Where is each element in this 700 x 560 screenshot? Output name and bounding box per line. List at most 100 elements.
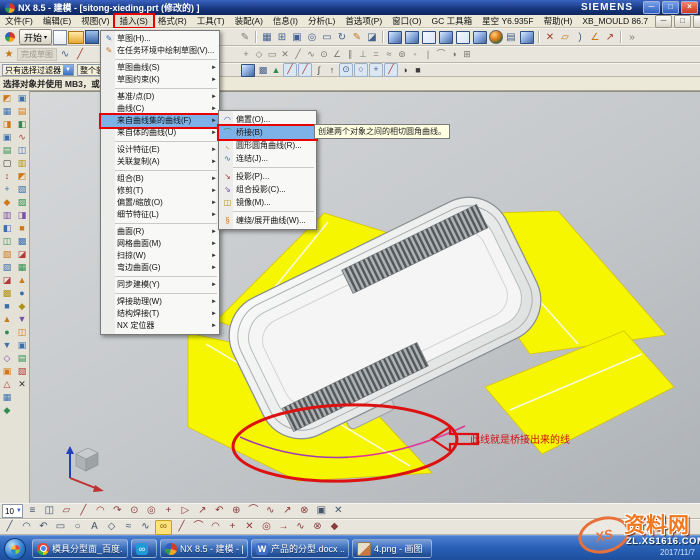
insert-menu-item-mesh-surface[interactable]: 网格曲面(M)►	[101, 238, 219, 250]
snap-arc-icon[interactable]: ⌒	[435, 47, 447, 62]
direction-icon[interactable]: →	[276, 520, 291, 534]
menu-preferences[interactable]: 首选项(P)	[340, 15, 387, 27]
conic-icon[interactable]: ≈	[121, 520, 136, 534]
fillet-icon[interactable]: ↷	[110, 504, 125, 518]
left-toolbar-icon[interactable]: ▣	[1, 131, 14, 144]
solid-body-filter-icon[interactable]	[241, 64, 255, 77]
menu-view[interactable]: 视图(V)	[76, 15, 114, 27]
new-file-icon[interactable]	[53, 30, 67, 45]
left-toolbar-icon[interactable]: ▣	[16, 92, 29, 105]
left-toolbar-icon[interactable]: ▲	[1, 313, 14, 326]
shaded-icon[interactable]	[405, 31, 419, 44]
left-toolbar-icon[interactable]: ▧	[16, 183, 29, 196]
selection-filter-combo[interactable]: 只有选择过滤器 ▼	[2, 64, 74, 76]
submenu-item-circular-fillet-curve[interactable]: ◟圆形圆角曲线(R)...	[219, 139, 316, 152]
submenu-item-project[interactable]: ↘投影(P)...	[219, 170, 316, 183]
left-toolbar-icon[interactable]: ◪	[1, 274, 14, 287]
left-toolbar-icon[interactable]: ◆	[1, 404, 14, 417]
spline-icon[interactable]: ↗	[603, 30, 617, 45]
angle-icon[interactable]: ∠	[588, 30, 602, 45]
true-shading-icon[interactable]	[489, 30, 503, 44]
vector-icon[interactable]: ↗	[280, 504, 295, 518]
left-toolbar-icon[interactable]: ◨	[1, 118, 14, 131]
product-icon[interactable]: ⊗	[310, 520, 325, 534]
left-toolbar-icon[interactable]: ▨	[1, 261, 14, 274]
wave-icon[interactable]: ∿	[293, 520, 308, 534]
left-toolbar-icon[interactable]: ▥	[16, 157, 29, 170]
feature-filter-icon[interactable]: ▲	[270, 63, 282, 78]
left-toolbar-icon[interactable]: ◪	[16, 248, 29, 261]
snap-parallel-icon[interactable]: ∥	[344, 47, 356, 62]
intersection-point-icon[interactable]: ⊗	[297, 504, 312, 518]
tangent-arc-icon[interactable]: ◠	[208, 520, 223, 534]
insert-menu-item-nx-locator[interactable]: NX 定位器►	[101, 320, 219, 332]
line-tool-icon[interactable]: ╱	[73, 47, 87, 62]
snap-perpendicular-icon[interactable]: ⊥	[357, 47, 369, 62]
menu-information[interactable]: 信息(I)	[268, 15, 303, 27]
menu-help[interactable]: 帮助(H)	[539, 15, 578, 27]
cross-icon[interactable]: +	[225, 520, 240, 534]
menu-window[interactable]: 窗口(O)	[387, 15, 426, 27]
left-toolbar-icon[interactable]: +	[1, 183, 14, 196]
profile-arc-icon[interactable]: ◠	[19, 520, 34, 534]
snap-grid-icon[interactable]: ⊞	[461, 47, 473, 62]
left-toolbar-icon[interactable]: ▥	[1, 209, 14, 222]
submenu-item-bridge[interactable]: ⌒桥接(B)	[219, 126, 316, 139]
insert-menu-item-trim[interactable]: 修剪(T)►	[101, 185, 219, 197]
left-toolbar-icon[interactable]: ◧	[16, 118, 29, 131]
arc-icon[interactable]: ◠	[93, 504, 108, 518]
pattern-icon[interactable]: ≡	[25, 504, 40, 518]
left-toolbar-icon[interactable]: ▦	[1, 391, 14, 404]
submenu-item-combined-projection[interactable]: ⇘组合投影(C)...	[219, 183, 316, 196]
left-toolbar-icon[interactable]: ▩	[1, 287, 14, 300]
insert-menu-item-surface[interactable]: 曲面(R)►	[101, 226, 219, 238]
menu-file[interactable]: 文件(F)	[0, 15, 38, 27]
left-toolbar-icon[interactable]: ▧	[1, 248, 14, 261]
concentric-icon[interactable]: ◎	[259, 520, 274, 534]
offset-arc-icon[interactable]: ⌒	[191, 520, 206, 534]
spline-up-icon[interactable]: ↗	[195, 504, 210, 518]
menu-gc-toolbox[interactable]: GC 工具箱	[426, 15, 477, 27]
left-toolbar-icon[interactable]: ◇	[1, 352, 14, 365]
grid-spacing-spinner[interactable]: 10▼	[2, 504, 23, 518]
open-file-icon[interactable]	[68, 31, 84, 44]
partially-shaded-icon[interactable]: ▤	[504, 30, 518, 45]
menu-insert[interactable]: 插入(S)	[115, 15, 153, 27]
snap-node-icon[interactable]: ◦	[409, 47, 421, 62]
body-icon[interactable]: ■	[412, 63, 424, 78]
left-toolbar-icon[interactable]: ▨	[16, 196, 29, 209]
diamond-icon[interactable]: ◆	[327, 520, 342, 534]
snap-quadrant-icon[interactable]: ◑	[448, 47, 460, 62]
taskbar-button-paint[interactable]: 4.png - 画图	[352, 539, 432, 558]
insert-menu-item-offset-scale[interactable]: 偏置/缩放(O)►	[101, 197, 219, 209]
point-filter-icon[interactable]: ⊙	[339, 63, 353, 77]
curve-filter-icon[interactable]: ╱	[298, 63, 312, 77]
left-toolbar-icon[interactable]: ▼	[16, 313, 29, 326]
profile-fillet-icon[interactable]: ↶	[36, 520, 51, 534]
restore-button[interactable]: □	[662, 1, 679, 14]
left-toolbar-icon[interactable]: ■	[16, 222, 29, 235]
start-button[interactable]: 开始▾	[19, 29, 52, 45]
text-icon[interactable]: A	[87, 520, 102, 534]
insert-menu-item-curve-from-curves[interactable]: 来自曲线集的曲线(F)►	[101, 115, 219, 127]
left-toolbar-icon[interactable]: ▣	[16, 339, 29, 352]
show-hide-icon[interactable]: ◪	[365, 30, 379, 45]
insert-menu-item-weld-assistant[interactable]: 焊接助理(W)►	[101, 296, 219, 308]
snap-tangent-icon[interactable]: ≈	[383, 47, 395, 62]
submenu-item-join[interactable]: ∿连结(J)...	[219, 152, 316, 165]
snap-spline-icon[interactable]: ∿	[305, 47, 317, 62]
left-toolbar-icon[interactable]: ■	[1, 300, 14, 313]
quadrant-icon[interactable]: ◑	[399, 63, 411, 78]
polygon-icon[interactable]: ▷	[178, 504, 193, 518]
left-toolbar-icon[interactable]: ◫	[16, 144, 29, 157]
toolbar-overflow-chevron[interactable]: »	[625, 30, 639, 45]
taskbar-button-wps[interactable]: W 产品的分型.docx ...	[251, 539, 349, 558]
left-toolbar-icon[interactable]: ◆	[16, 300, 29, 313]
snap-center-icon[interactable]: ⊙	[318, 47, 330, 62]
line-icon[interactable]: ╱	[76, 504, 91, 518]
left-toolbar-icon[interactable]: ▩	[16, 235, 29, 248]
left-toolbar-icon[interactable]: ▲	[16, 274, 29, 287]
insert-menu-item-sketch-in-task[interactable]: ✎在任务环境中绘制草图(V)...	[101, 45, 219, 57]
sketch-star-icon[interactable]: ★	[2, 47, 16, 62]
measure-icon[interactable]: ▱	[558, 30, 572, 45]
